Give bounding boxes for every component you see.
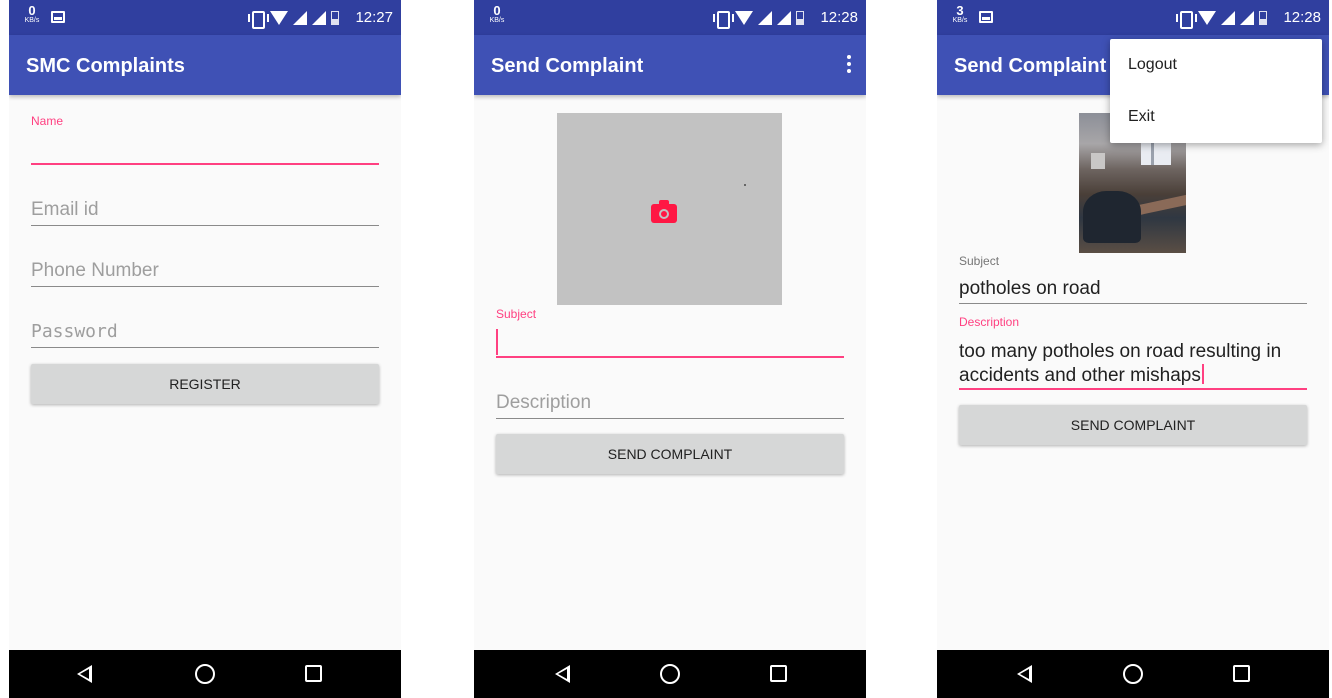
back-icon[interactable] [555, 665, 570, 683]
register-button[interactable]: REGISTER [31, 364, 379, 404]
email-underline [31, 225, 379, 226]
subject-label: Subject [496, 307, 537, 321]
navigation-bar [474, 650, 866, 698]
home-icon[interactable] [195, 664, 215, 684]
network-speed: 3 KB/s [949, 4, 971, 24]
status-bar: 0 KB/s 12:27 [9, 0, 401, 35]
description-line-2-text: accidents and other mishaps [959, 365, 1201, 386]
recents-icon[interactable] [770, 665, 787, 682]
status-bar: 0 KB/s 12:28 [474, 0, 866, 35]
photo-door [1091, 153, 1105, 169]
send-complaint-button[interactable]: SEND COMPLAINT [496, 434, 844, 474]
subject-field[interactable]: Subject potholes on road [959, 252, 1307, 304]
wifi-icon [1198, 11, 1216, 25]
home-icon[interactable] [1123, 664, 1143, 684]
menu-item-logout[interactable]: Logout [1128, 56, 1177, 74]
status-time: 12:27 [355, 9, 393, 26]
text-cursor [496, 329, 498, 355]
text-cursor [1201, 364, 1204, 384]
photo-speck [744, 184, 746, 186]
email-hint: Email id [31, 199, 99, 220]
image-notification-icon [979, 11, 993, 23]
status-time: 12:28 [820, 9, 858, 26]
app-title: SMC Complaints [26, 55, 185, 77]
subject-label: Subject [959, 254, 1000, 268]
app-title: Send Complaint [491, 55, 644, 77]
status-bar: 3 KB/s 12:28 [937, 0, 1329, 35]
app-bar: Send Complaint [474, 35, 866, 95]
vibrate-icon [248, 11, 269, 29]
password-field[interactable]: Password [31, 318, 379, 350]
back-icon[interactable] [77, 665, 92, 683]
menu-item-exit[interactable]: Exit [1128, 108, 1155, 126]
screen-register: 0 KB/s 12:27 SMC Complaints Name Email i… [9, 0, 401, 698]
phone-underline [31, 286, 379, 287]
description-field[interactable]: Description [496, 389, 844, 421]
home-icon[interactable] [660, 664, 680, 684]
subject-underline [496, 356, 844, 358]
battery-icon [796, 11, 804, 25]
description-underline [496, 418, 844, 419]
status-time: 12:28 [1283, 9, 1321, 26]
battery-icon [331, 11, 339, 25]
app-title: Send Complaint [954, 55, 1107, 77]
network-speed-unit: KB/s [489, 17, 505, 24]
email-field[interactable]: Email id [31, 196, 379, 228]
photo-chair [1083, 191, 1141, 243]
description-underline [959, 388, 1307, 390]
navigation-bar [937, 650, 1329, 698]
screen-send-complaint-empty: 0 KB/s 12:28 Send Complaint Subject Desc… [474, 0, 866, 698]
overflow-menu: Logout Exit [1110, 39, 1322, 143]
description-line-1: too many potholes on road resulting in [959, 341, 1282, 362]
name-label: Name [31, 114, 64, 128]
vibrate-icon [713, 11, 734, 29]
description-line-2: accidents and other mishaps [959, 364, 1204, 387]
wifi-icon [735, 11, 753, 25]
password-underline [31, 347, 379, 348]
subject-value: potholes on road [959, 278, 1101, 299]
network-speed: 0 KB/s [486, 4, 508, 24]
name-underline [31, 163, 379, 165]
image-notification-icon [51, 11, 65, 23]
password-hint: Password [31, 321, 118, 342]
subject-field[interactable]: Subject [496, 305, 844, 359]
description-label: Description [959, 315, 1020, 329]
recents-icon[interactable] [1233, 665, 1250, 682]
status-icons [713, 10, 804, 29]
back-icon[interactable] [1017, 665, 1032, 683]
wifi-icon [270, 11, 288, 25]
name-field[interactable]: Name [31, 112, 379, 166]
network-speed-unit: KB/s [24, 17, 40, 24]
battery-icon [1259, 11, 1267, 25]
network-speed-value: 0 [493, 3, 501, 18]
subject-underline [959, 303, 1307, 304]
status-icons [248, 10, 339, 29]
phone-field[interactable]: Phone Number [31, 257, 379, 289]
app-bar: SMC Complaints [9, 35, 401, 95]
network-speed-value: 3 [956, 3, 964, 18]
network-speed: 0 KB/s [21, 4, 43, 24]
description-hint: Description [496, 392, 592, 413]
camera-icon [651, 200, 677, 223]
description-field[interactable]: Description too many potholes on road re… [959, 313, 1307, 391]
vibrate-icon [1176, 11, 1197, 29]
network-speed-value: 0 [28, 3, 36, 18]
cell-signal-icon [758, 11, 772, 25]
navigation-bar [9, 650, 401, 698]
screen-send-complaint-filled: 3 KB/s 12:28 Send Complaint Logout Exit … [937, 0, 1329, 698]
cell-signal-icon [293, 11, 307, 25]
cell-signal-icon [1221, 11, 1235, 25]
phone-hint: Phone Number [31, 260, 159, 281]
cell-signal-icon [777, 11, 791, 25]
photo-picker[interactable] [557, 113, 782, 305]
send-complaint-button[interactable]: SEND COMPLAINT [959, 405, 1307, 445]
cell-signal-icon [1240, 11, 1254, 25]
network-speed-unit: KB/s [952, 17, 968, 24]
status-icons [1176, 10, 1267, 29]
cell-signal-icon [312, 11, 326, 25]
more-vert-icon[interactable] [846, 55, 852, 75]
recents-icon[interactable] [305, 665, 322, 682]
